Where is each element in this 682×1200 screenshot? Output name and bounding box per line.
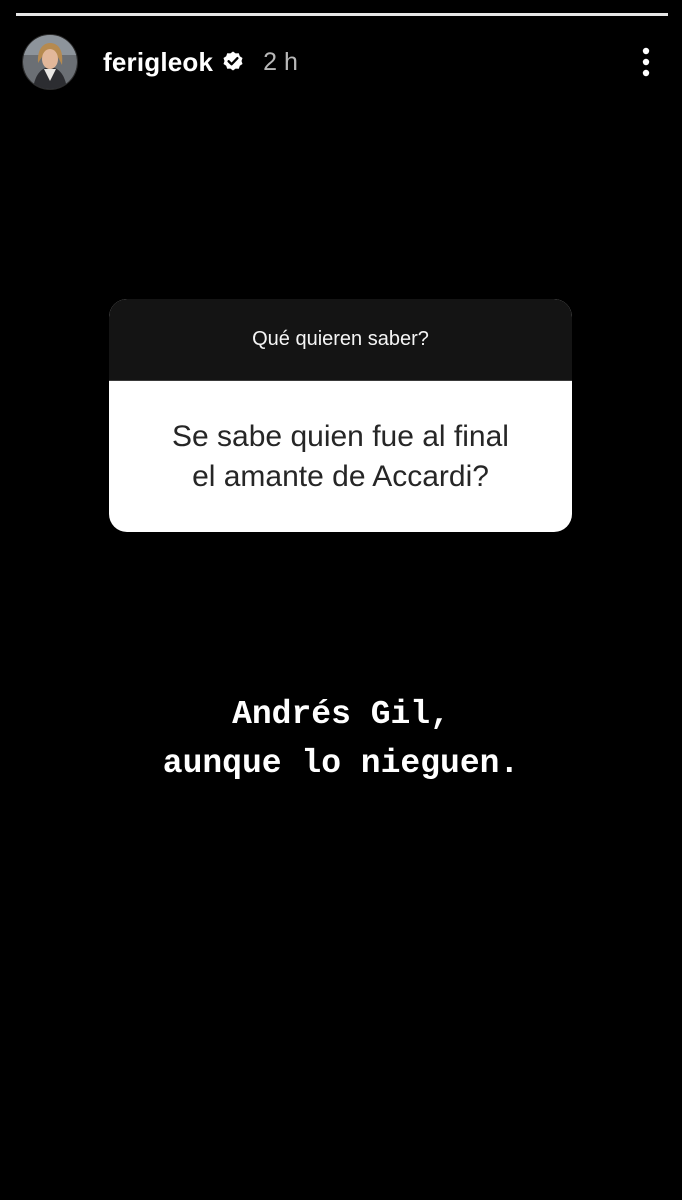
username[interactable]: ferigleok	[103, 47, 213, 78]
post-timestamp: 2 h	[263, 47, 298, 76]
story-progress-bar	[16, 13, 668, 16]
question-sticker: Qué quieren saber? Se sabe quien fue al …	[109, 299, 572, 532]
answer-line: aunque lo nieguen.	[162, 745, 520, 782]
question-text: Se sabe quien fue al final el amante de …	[109, 381, 572, 532]
answer-text: Andrés Gil, aunque lo nieguen.	[80, 690, 602, 788]
question-line: el amante de Accardi?	[192, 460, 489, 493]
more-options-button[interactable]	[632, 42, 660, 82]
answer-line: Andrés Gil,	[232, 696, 450, 733]
profile-photo	[23, 35, 77, 89]
question-line: Se sabe quien fue al final	[172, 419, 509, 453]
avatar[interactable]	[22, 34, 78, 90]
question-prompt: Qué quieren saber?	[109, 299, 572, 381]
story-header: ferigleok 2 h	[22, 34, 660, 90]
more-vertical-icon	[642, 47, 650, 77]
story-progress-segment	[16, 13, 668, 16]
verified-badge-icon	[221, 50, 245, 74]
